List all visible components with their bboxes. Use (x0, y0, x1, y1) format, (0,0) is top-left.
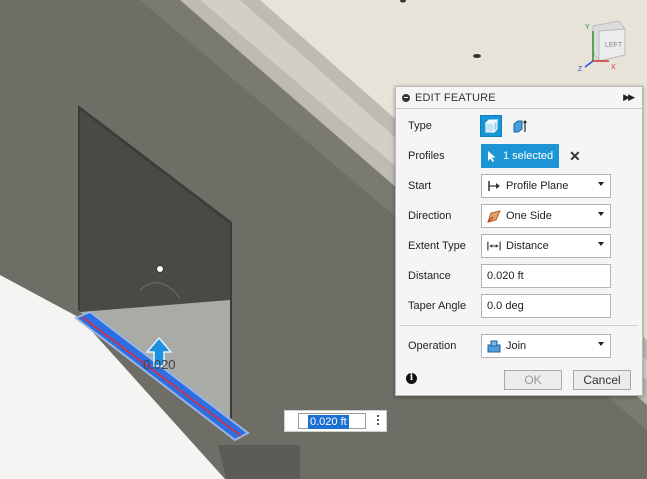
distance-input[interactable]: 0.020 ft (481, 264, 611, 288)
distance-icon (487, 239, 501, 253)
cursor-arrow-icon (488, 151, 496, 162)
operation-label: Operation (408, 340, 457, 352)
axis-x-label: X (611, 64, 616, 71)
axis-z-label: Z (578, 66, 583, 72)
taper-angle-label: Taper Angle (408, 300, 467, 312)
direction-value: One Side (506, 210, 552, 222)
distance-manipulator-value[interactable]: 0.020 ft (308, 415, 349, 429)
extent-type-label: Extent Type (408, 240, 466, 252)
extent-type-row: Extent Type Distance (396, 233, 642, 259)
ok-button[interactable]: OK (504, 370, 562, 390)
distance-label: Distance (408, 270, 451, 282)
direction-row: Direction One Side (396, 203, 642, 229)
extent-type-value: Distance (506, 240, 549, 252)
extent-type-dropdown[interactable]: Distance (481, 234, 611, 258)
info-icon[interactable]: i (406, 373, 417, 384)
start-row: Start Profile Plane (396, 173, 642, 199)
type-label: Type (408, 120, 432, 132)
extrude-thin-type-button[interactable] (509, 115, 531, 137)
distance-manipulator[interactable]: 0.020 ft (284, 410, 387, 432)
profiles-select-button[interactable]: 1 selected (481, 144, 559, 168)
profile-plane-icon (487, 179, 501, 193)
operation-dropdown[interactable]: Join (481, 334, 611, 358)
dimension-label: 0.020 (143, 357, 176, 372)
profiles-row: Profiles 1 selected ✕ (396, 143, 642, 169)
distance-value[interactable]: 0.020 ft (487, 270, 524, 282)
chevron-down-icon (598, 242, 604, 246)
panel-header: EDIT FEATURE ▶▶ (396, 87, 642, 109)
clear-selection-icon[interactable]: ✕ (569, 148, 581, 165)
type-row: Type (396, 113, 642, 139)
extrude-solid-type-button[interactable] (480, 115, 502, 137)
expand-panel-icon[interactable]: ▶▶ (623, 92, 636, 103)
panel-footer: i OK Cancel (396, 365, 642, 395)
start-label: Start (408, 180, 432, 192)
operation-value: Join (506, 340, 527, 352)
solid-extrude-icon (484, 118, 499, 134)
direction-dropdown[interactable]: One Side (481, 204, 611, 228)
thin-extrude-icon (513, 120, 527, 133)
viewcube-face-label: LEFT (605, 42, 623, 49)
distance-row: Distance 0.020 ft (396, 263, 642, 289)
cancel-button[interactable]: Cancel (573, 370, 631, 390)
taper-angle-input[interactable]: 0.0 deg (481, 294, 611, 318)
viewcube[interactable]: LEFT Y X Z (575, 17, 630, 72)
panel-divider (400, 325, 638, 326)
edit-feature-panel: EDIT FEATURE ▶▶ Type Profiles 1 selected… (395, 86, 643, 396)
chevron-down-icon (598, 182, 604, 186)
panel-title: EDIT FEATURE (415, 91, 496, 104)
more-options-icon[interactable] (377, 415, 379, 427)
chevron-down-icon (598, 212, 604, 216)
join-icon (487, 339, 501, 353)
taper-angle-value[interactable]: 0.0 deg (487, 300, 524, 312)
start-value: Profile Plane (506, 180, 569, 192)
axis-y-label: Y (585, 24, 590, 31)
collapse-icon[interactable] (402, 93, 410, 102)
chevron-down-icon (598, 342, 604, 346)
profiles-select-label: 1 selected (503, 150, 554, 162)
one-side-icon (487, 209, 501, 223)
start-dropdown[interactable]: Profile Plane (481, 174, 611, 198)
direction-label: Direction (408, 210, 452, 222)
operation-row: Operation Join (396, 333, 642, 359)
profiles-label: Profiles (408, 150, 445, 162)
taper-angle-row: Taper Angle 0.0 deg (396, 293, 642, 319)
